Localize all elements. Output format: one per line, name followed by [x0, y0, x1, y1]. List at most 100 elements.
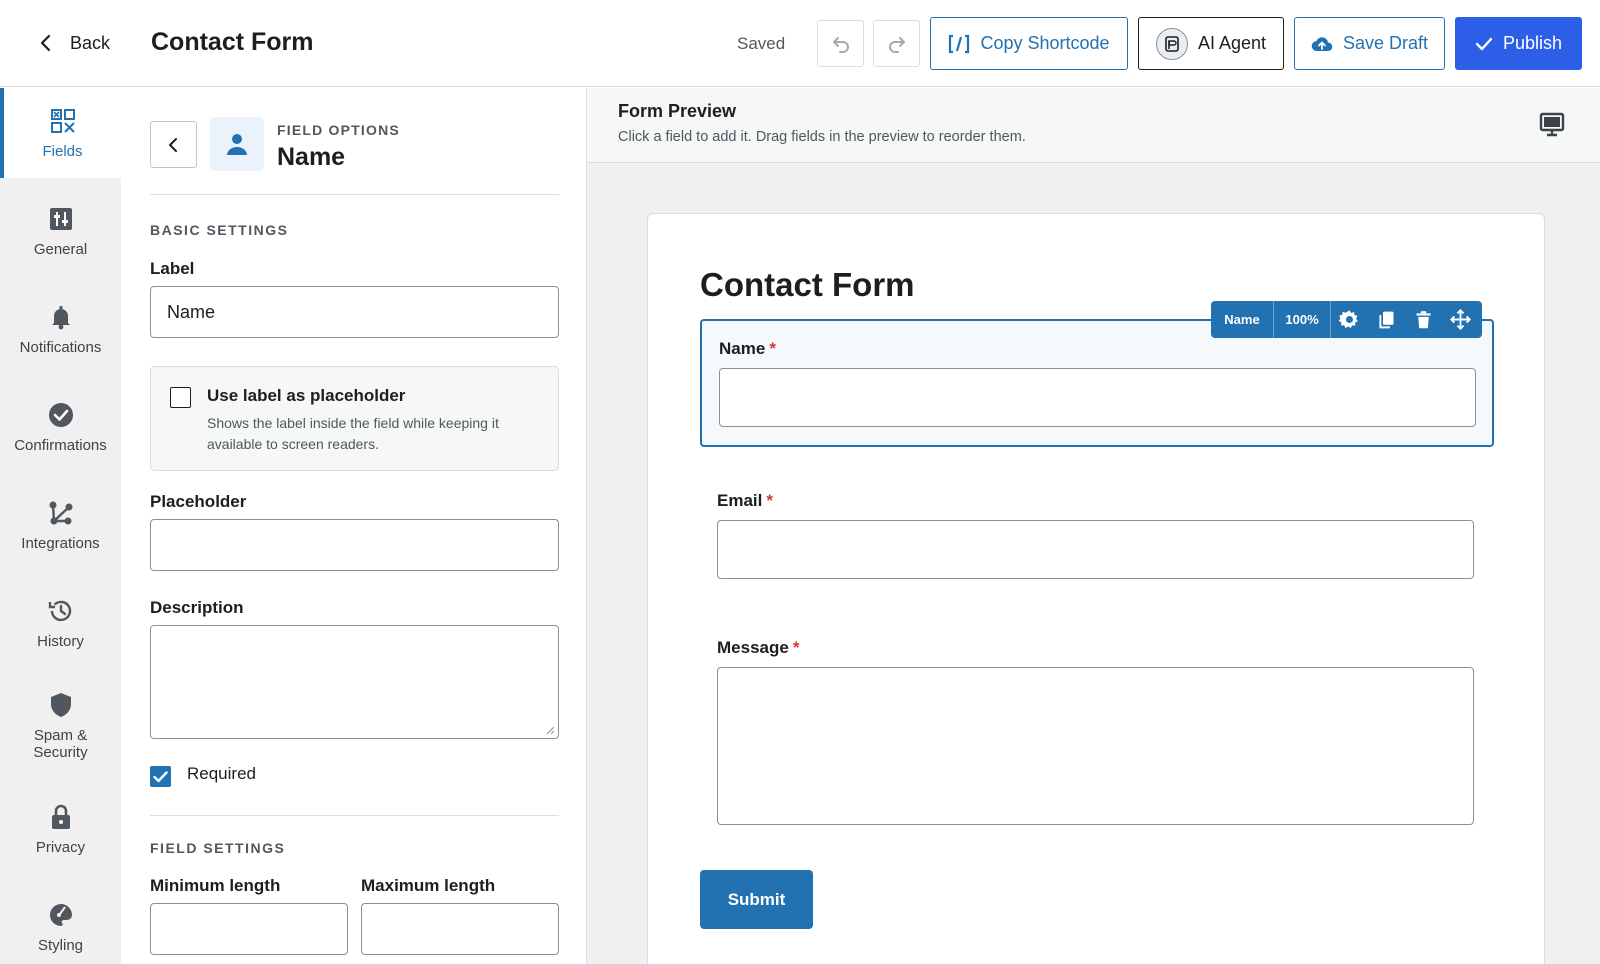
preview-field-label: Email *: [717, 491, 773, 511]
sidebar-item-fields[interactable]: Fields: [0, 88, 121, 178]
panel-back-button[interactable]: [150, 121, 197, 168]
preview-field-label-text: Name: [719, 339, 766, 358]
field-options-title: Name: [277, 143, 346, 171]
save-status: Saved: [737, 34, 786, 53]
delete-field-button[interactable]: [1405, 301, 1442, 338]
sidebar-item-history[interactable]: History: [0, 578, 121, 668]
sidebar-item-label: Styling: [37, 936, 84, 954]
undo-button[interactable]: [817, 20, 864, 67]
preview-header: Form Preview Click a field to add it. Dr…: [587, 88, 1600, 163]
divider: [150, 194, 559, 195]
copy-shortcode-label: Copy Shortcode: [980, 33, 1110, 53]
redo-icon: [888, 36, 905, 53]
field-settings-heading: FIELD SETTINGS: [150, 840, 286, 856]
sidebar-item-label: Confirmations: [14, 436, 107, 454]
integrations-icon: [49, 501, 72, 524]
check-icon: [153, 770, 168, 782]
min-length-label: Minimum length: [150, 876, 281, 895]
sidebar-item-privacy[interactable]: Privacy: [0, 784, 121, 874]
form-preview-area: Form Preview Click a field to add it. Dr…: [587, 88, 1600, 964]
use-label-placeholder-checkbox[interactable]: [170, 387, 191, 408]
placeholder-input[interactable]: [150, 519, 559, 571]
use-label-placeholder-description: Shows the label inside the field while k…: [207, 415, 499, 452]
redo-button[interactable]: [873, 20, 920, 67]
preview-subtitle: Click a field to add it. Drag fields in …: [618, 129, 1026, 145]
max-length-input[interactable]: [361, 903, 559, 955]
page-title: Contact Form: [151, 28, 314, 56]
required-label: Required: [187, 764, 256, 783]
field-toolbar: Name 100%: [1211, 301, 1482, 338]
desktop-preview-icon[interactable]: [1538, 110, 1566, 138]
preview-field-label: Name *: [719, 339, 776, 359]
form-title: Contact Form: [700, 266, 915, 303]
move-field-handle[interactable]: [1442, 301, 1479, 338]
save-draft-label: Save Draft: [1342, 33, 1429, 53]
save-draft-button[interactable]: Save Draft: [1294, 17, 1445, 70]
label-input[interactable]: Name: [150, 286, 559, 338]
sidebar-item-label: Fields: [42, 142, 83, 160]
label-field-label: Label: [150, 259, 195, 278]
lock-icon: [51, 804, 70, 829]
check-circle-icon: [48, 402, 73, 427]
duplicate-field-button[interactable]: [1368, 301, 1405, 338]
field-settings-button[interactable]: [1331, 301, 1368, 338]
preview-message-textarea[interactable]: [717, 667, 1474, 825]
move-icon: [1450, 309, 1471, 330]
placeholder-field-label: Placeholder: [150, 492, 247, 511]
selected-field-name[interactable]: Name *: [700, 319, 1494, 447]
toolbar-field-width[interactable]: 100%: [1274, 301, 1331, 338]
copy-shortcode-button[interactable]: Copy Shortcode: [930, 17, 1128, 70]
history-icon: [48, 600, 71, 621]
sidebar-item-label: Spam & Security: [33, 727, 88, 761]
form-card: Contact Form Name * Name 100% Email * Mess…: [647, 213, 1545, 964]
required-checkbox[interactable]: [150, 766, 171, 787]
publish-label: Publish: [1502, 33, 1563, 53]
sidebar-item-integrations[interactable]: Integrations: [0, 480, 121, 570]
min-length-input[interactable]: [150, 903, 348, 955]
preview-field-label-text: Email: [717, 491, 763, 510]
gear-icon: [1339, 310, 1358, 329]
divider: [150, 815, 559, 816]
sidebar-item-label: Integrations: [21, 534, 100, 552]
description-textarea[interactable]: [150, 625, 559, 739]
check-icon: [1475, 37, 1493, 50]
use-label-placeholder-option: Use label as placeholder Shows the label…: [150, 366, 559, 471]
max-length-label: Maximum length: [361, 876, 496, 895]
sidebar-item-styling[interactable]: Styling: [0, 882, 121, 964]
preview-email-input[interactable]: [717, 520, 1474, 579]
back-label: Back: [70, 32, 111, 53]
sidebar-item-spam-security[interactable]: Spam & Security: [0, 676, 121, 776]
ai-agent-label: AI Agent: [1197, 33, 1267, 53]
cloud-upload-icon: [1311, 36, 1333, 51]
preview-field-label-text: Message: [717, 638, 789, 657]
sidebar-item-label: History: [37, 632, 84, 650]
undo-icon: [832, 36, 849, 53]
back-button[interactable]: Back: [36, 28, 110, 58]
bell-icon: [51, 305, 70, 329]
shortcode-icon: [949, 34, 970, 53]
sidebar-item-label: Privacy: [35, 838, 86, 856]
preview-name-input[interactable]: [719, 368, 1476, 427]
resize-grip-icon[interactable]: [545, 725, 555, 735]
publish-button[interactable]: Publish: [1455, 17, 1582, 70]
sidebar-item-notifications[interactable]: Notifications: [0, 284, 121, 374]
submit-button[interactable]: Submit: [700, 870, 813, 929]
description-field-label: Description: [150, 598, 244, 617]
ai-agent-button[interactable]: AI Agent: [1138, 17, 1284, 70]
trash-icon: [1416, 311, 1431, 329]
basic-settings-heading: BASIC SETTINGS: [150, 222, 289, 238]
sidebar-item-label: Notifications: [19, 338, 102, 356]
required-asterisk: *: [769, 339, 776, 358]
robot-icon: [1155, 27, 1188, 60]
required-asterisk: *: [766, 491, 773, 510]
sidebar-item-general[interactable]: General: [0, 186, 121, 276]
field-options-panel: FIELD OPTIONS Name BASIC SETTINGS Label …: [121, 88, 587, 964]
toolbar-field-name: Name: [1211, 301, 1274, 338]
palette-icon: [49, 903, 72, 926]
use-label-placeholder-title: Use label as placeholder: [207, 386, 406, 405]
top-bar: Back Contact Form Saved Copy Shortcode A…: [0, 0, 1600, 87]
chevron-left-icon: [168, 137, 177, 152]
sidebar-nav: Fields General Notifications Confirmatio…: [0, 88, 121, 964]
sidebar-item-confirmations[interactable]: Confirmations: [0, 382, 121, 472]
preview-field-label: Message *: [717, 638, 799, 658]
